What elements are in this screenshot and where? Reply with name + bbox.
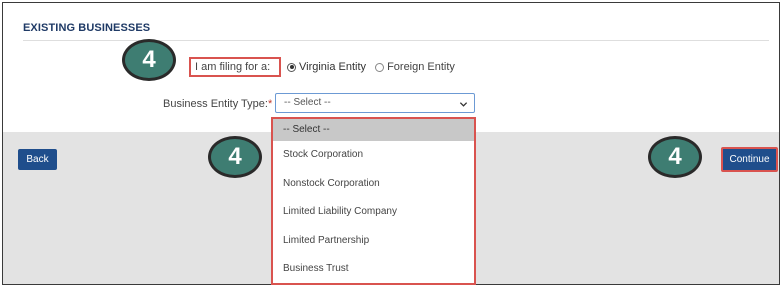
- back-button[interactable]: Back: [18, 149, 57, 170]
- entity-type-label-text: Business Entity Type:: [163, 98, 268, 110]
- radio-foreign-label: Foreign Entity: [387, 61, 455, 73]
- dropdown-option-select[interactable]: -- Select --: [273, 119, 474, 141]
- form-panel: EXISTING BUSINESSES I am filing for a: V…: [3, 3, 779, 132]
- radio-checked-icon[interactable]: [287, 62, 296, 72]
- entity-type-dropdown-list: -- Select -- Stock Corporation Nonstock …: [271, 117, 476, 285]
- entity-type-select-value: -- Select --: [284, 97, 331, 108]
- step-badge-continue: 4: [648, 136, 702, 178]
- chevron-down-icon[interactable]: [459, 95, 468, 116]
- required-mark: *: [267, 98, 273, 110]
- radio-unchecked-icon[interactable]: [375, 62, 385, 72]
- section-title: EXISTING BUSINESSES: [23, 22, 151, 34]
- dropdown-option-limited-partnership[interactable]: Limited Partnership: [273, 227, 474, 256]
- dropdown-option-llc[interactable]: Limited Liability Company: [273, 198, 474, 227]
- step-badge-filing: 4: [122, 39, 176, 81]
- dropdown-option-stock-corporation[interactable]: Stock Corporation: [273, 141, 474, 170]
- dropdown-option-nonstock-corporation[interactable]: Nonstock Corporation: [273, 170, 474, 199]
- radio-virginia-entity[interactable]: Virginia Entity: [287, 61, 366, 73]
- entity-type-label: Business Entity Type:*: [163, 98, 272, 110]
- step-badge-dropdown: 4: [208, 136, 262, 178]
- radio-virginia-label: Virginia Entity: [299, 61, 367, 73]
- filing-for-label: I am filing for a:: [189, 57, 281, 77]
- continue-button[interactable]: Continue: [721, 147, 778, 172]
- filing-radio-group: Virginia Entity Foreign Entity: [287, 61, 464, 73]
- dropdown-option-business-trust[interactable]: Business Trust: [273, 255, 474, 284]
- radio-foreign-entity[interactable]: Foreign Entity: [375, 61, 455, 73]
- entity-type-select[interactable]: -- Select --: [275, 93, 475, 113]
